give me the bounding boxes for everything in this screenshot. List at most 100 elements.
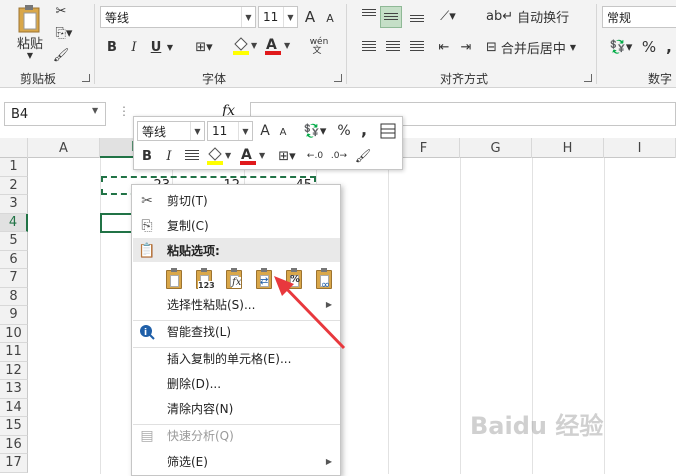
currency-format-icon[interactable]: 💱▾ — [604, 37, 638, 57]
font-size-value: 11 — [263, 10, 279, 24]
row-header[interactable]: 3 — [0, 195, 28, 214]
mini-fill-color-icon[interactable]: ▼ — [204, 145, 234, 167]
select-all-corner[interactable] — [0, 138, 28, 158]
align-center-icon[interactable] — [382, 38, 404, 56]
grow-font-button[interactable]: A — [302, 8, 318, 26]
align-right-icon[interactable] — [406, 38, 428, 56]
mini-font-name-value: 等线 — [142, 124, 167, 139]
chevron-down-icon: ▼ — [569, 42, 577, 52]
font-size-combo[interactable]: 11 ▼ — [258, 6, 298, 28]
mini-center-align-icon[interactable] — [182, 147, 202, 165]
mini-format-table-icon[interactable] — [378, 121, 398, 141]
row-header[interactable]: 2 — [0, 176, 28, 195]
align-left-icon[interactable] — [358, 38, 380, 56]
column-header[interactable]: H — [532, 138, 604, 158]
clipboard-launcher-icon[interactable] — [82, 74, 90, 82]
mini-font-color-icon[interactable]: A ▼ — [238, 145, 268, 167]
number-format-combo[interactable]: 常规 — [602, 6, 676, 28]
menu-item-label: 粘贴选项: — [167, 244, 220, 258]
font-name-combo[interactable]: 等线 ▼ — [100, 6, 256, 28]
paste-button-label[interactable]: 粘贴 — [14, 34, 46, 52]
menu-item-label: 清除内容(N) — [167, 402, 234, 416]
name-box[interactable]: B4 — [4, 102, 106, 126]
mini-borders-icon[interactable]: ⊞▾ — [274, 147, 300, 165]
alignment-launcher-icon[interactable] — [584, 74, 592, 82]
menu-item-label: 删除(D)... — [167, 377, 222, 391]
row-header[interactable]: 6 — [0, 250, 28, 269]
number-group-label: 数字 — [648, 72, 673, 86]
paste-icon[interactable] — [14, 4, 46, 34]
row-header[interactable]: 9 — [0, 306, 28, 325]
svg-text:▼: ▼ — [251, 41, 258, 50]
fill-color-icon[interactable]: ▼ — [230, 36, 260, 56]
row-header[interactable]: 13 — [0, 380, 28, 399]
mini-font-size-combo[interactable]: 11 ▼ — [207, 121, 253, 141]
column-header[interactable]: A — [28, 138, 100, 158]
chevron-down-icon[interactable]: ▼ — [164, 40, 176, 54]
merge-center-label: 合并后居中 — [500, 41, 566, 57]
increase-indent-icon[interactable]: ⇥ — [456, 38, 476, 56]
row-header[interactable]: 12 — [0, 361, 28, 380]
mini-grow-font-button[interactable]: A — [258, 121, 272, 141]
mini-shrink-font-button[interactable]: A — [276, 123, 290, 141]
mini-currency-format-icon[interactable]: 💱▾ — [300, 121, 330, 141]
orientation-icon[interactable]: ⟋▾ — [434, 6, 462, 26]
paste-icon: 📋 — [138, 243, 156, 259]
wrap-text-icon: ab↵ — [486, 8, 514, 24]
chevron-down-icon[interactable]: ▼ — [92, 106, 98, 115]
increase-decimal-icon[interactable]: ←.0 — [304, 147, 326, 165]
underline-button[interactable]: U — [148, 38, 164, 56]
align-middle-icon[interactable] — [380, 6, 402, 28]
percent-button[interactable]: % — [640, 37, 658, 57]
menu-item-cut[interactable]: ✂ 剪切(T) — [132, 188, 340, 213]
column-header[interactable]: G — [460, 138, 532, 158]
paste-values-icon[interactable]: 123 — [194, 267, 216, 291]
cut-icon[interactable]: ✂ — [52, 2, 70, 20]
chevron-down-icon: ▼ — [241, 7, 255, 27]
menu-item-copy[interactable]: ⎘ 复制(C) — [132, 213, 340, 238]
font-launcher-icon[interactable] — [334, 74, 342, 82]
mini-percent-button[interactable]: % — [336, 121, 352, 141]
paste-formulas-icon[interactable]: fx — [224, 267, 246, 291]
mini-format-painter-icon[interactable]: 🖌 — [354, 147, 372, 165]
shrink-font-button[interactable]: A — [322, 10, 338, 26]
mini-comma-button[interactable]: , — [358, 119, 370, 139]
phonetic-guide-icon[interactable]: wén 文 — [306, 36, 332, 58]
align-top-icon[interactable] — [358, 6, 380, 26]
mini-font-name-combo[interactable]: 等线 ▼ — [137, 121, 205, 141]
row-header[interactable]: 7 — [0, 269, 28, 288]
decrease-decimal-icon[interactable]: .0→ — [328, 147, 350, 165]
row-header[interactable]: 11 — [0, 343, 28, 362]
menu-item-filter[interactable]: 筛选(E) ▶ — [132, 449, 340, 474]
align-bottom-icon[interactable] — [406, 6, 428, 26]
borders-icon[interactable]: ⊞▾ — [190, 38, 218, 56]
copy-icon[interactable]: ⎘▾ — [52, 24, 76, 42]
row-header[interactable]: 17 — [0, 454, 28, 473]
decrease-indent-icon[interactable]: ⇤ — [434, 38, 454, 56]
mini-italic-button[interactable]: I — [162, 147, 176, 165]
font-name-value: 等线 — [105, 10, 130, 25]
row-header[interactable]: 5 — [0, 232, 28, 251]
merge-center-button[interactable]: ⊟ 合并后居中 ▼ — [486, 37, 586, 57]
menu-item-clear[interactable]: 清除内容(N) — [132, 396, 340, 421]
menu-item-delete[interactable]: 删除(D)... — [132, 371, 340, 396]
font-color-icon[interactable]: A ▼ — [262, 36, 294, 56]
paste-dropdown-icon[interactable]: ▼ — [22, 50, 38, 60]
wrap-text-button[interactable]: ab↵ 自动换行 — [486, 6, 586, 26]
row-header[interactable]: 16 — [0, 435, 28, 454]
quick-analysis-icon: ▤ — [140, 428, 154, 444]
row-header[interactable]: 1 — [0, 158, 28, 177]
submenu-arrow-icon: ▶ — [325, 457, 332, 466]
format-painter-icon[interactable]: 🖌 — [52, 46, 70, 64]
bold-button[interactable]: B — [104, 38, 120, 56]
comma-button[interactable]: , — [662, 37, 676, 57]
italic-button[interactable]: I — [126, 38, 142, 56]
row-header[interactable]: 10 — [0, 324, 28, 343]
mini-bold-button[interactable]: B — [140, 147, 154, 165]
row-header[interactable]: 4 — [0, 213, 28, 232]
column-header[interactable]: I — [604, 138, 676, 158]
row-header[interactable]: 8 — [0, 287, 28, 306]
row-header[interactable]: 15 — [0, 417, 28, 436]
paste-icon[interactable] — [164, 267, 186, 291]
row-header[interactable]: 14 — [0, 398, 28, 417]
